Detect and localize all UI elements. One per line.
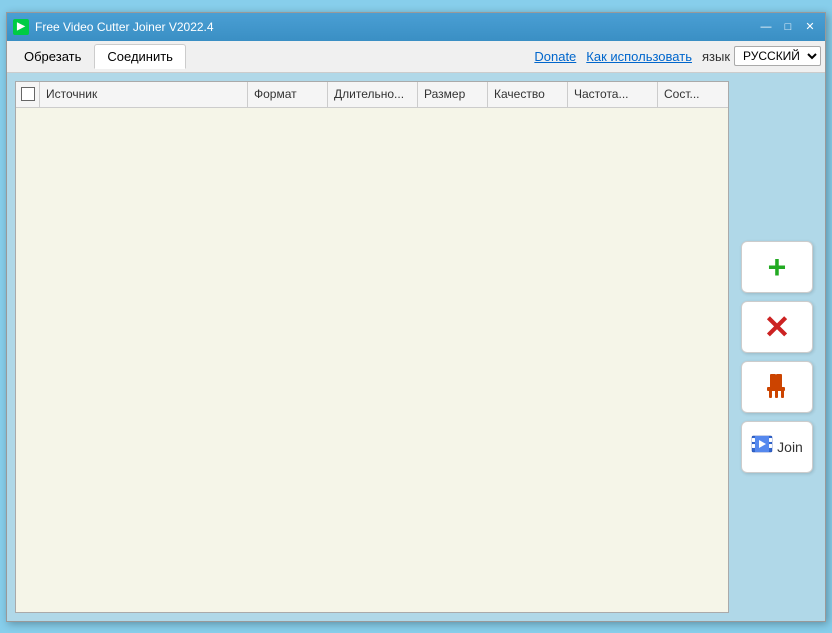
col-duration: Длительно... — [328, 82, 418, 107]
donate-link[interactable]: Donate — [534, 49, 576, 64]
sidebar-buttons: + ✕ — [737, 81, 817, 613]
col-format: Формат — [248, 82, 328, 107]
col-check — [16, 82, 40, 107]
tab-cut[interactable]: Обрезать — [11, 44, 94, 69]
main-window: ▶ Free Video Cutter Joiner V2022.4 — □ ✕… — [6, 12, 826, 622]
col-status: Сост... — [658, 82, 728, 107]
add-icon: + — [768, 251, 787, 283]
broom-icon — [760, 370, 794, 404]
app-icon: ▶ — [13, 19, 29, 35]
col-quality: Качество — [488, 82, 568, 107]
minimize-button[interactable]: — — [757, 18, 775, 36]
maximize-button[interactable]: □ — [779, 18, 797, 36]
main-content: Источник Формат Длительно... Размер Каче… — [7, 73, 825, 621]
table-body — [16, 108, 728, 612]
film-icon — [751, 433, 773, 460]
title-bar: ▶ Free Video Cutter Joiner V2022.4 — □ ✕ — [7, 13, 825, 41]
clear-files-button[interactable] — [741, 361, 813, 413]
lang-label: язык — [702, 49, 730, 64]
join-button[interactable]: Join — [741, 421, 813, 473]
title-bar-left: ▶ Free Video Cutter Joiner V2022.4 — [13, 19, 214, 35]
window-title: Free Video Cutter Joiner V2022.4 — [35, 20, 214, 34]
tab-join[interactable]: Соединить — [94, 44, 186, 69]
remove-icon: ✕ — [764, 311, 791, 343]
close-button[interactable]: ✕ — [801, 18, 819, 36]
table-header: Источник Формат Длительно... Размер Каче… — [16, 82, 728, 108]
select-all-checkbox[interactable] — [21, 87, 35, 101]
toolbar-links: Donate Как использовать — [534, 49, 692, 64]
title-controls: — □ ✕ — [757, 18, 819, 36]
file-table: Источник Формат Длительно... Размер Каче… — [15, 81, 729, 613]
remove-file-button[interactable]: ✕ — [741, 301, 813, 353]
howto-link[interactable]: Как использовать — [586, 49, 692, 64]
toolbar: Обрезать Соединить Donate Как использова… — [7, 41, 825, 73]
film-reel-icon — [751, 433, 773, 455]
col-size: Размер — [418, 82, 488, 107]
join-label: Join — [777, 439, 803, 455]
language-select[interactable]: РУССКИЙ — [734, 46, 821, 66]
col-frequency: Частота... — [568, 82, 658, 107]
col-source: Источник — [40, 82, 248, 107]
add-file-button[interactable]: + — [741, 241, 813, 293]
